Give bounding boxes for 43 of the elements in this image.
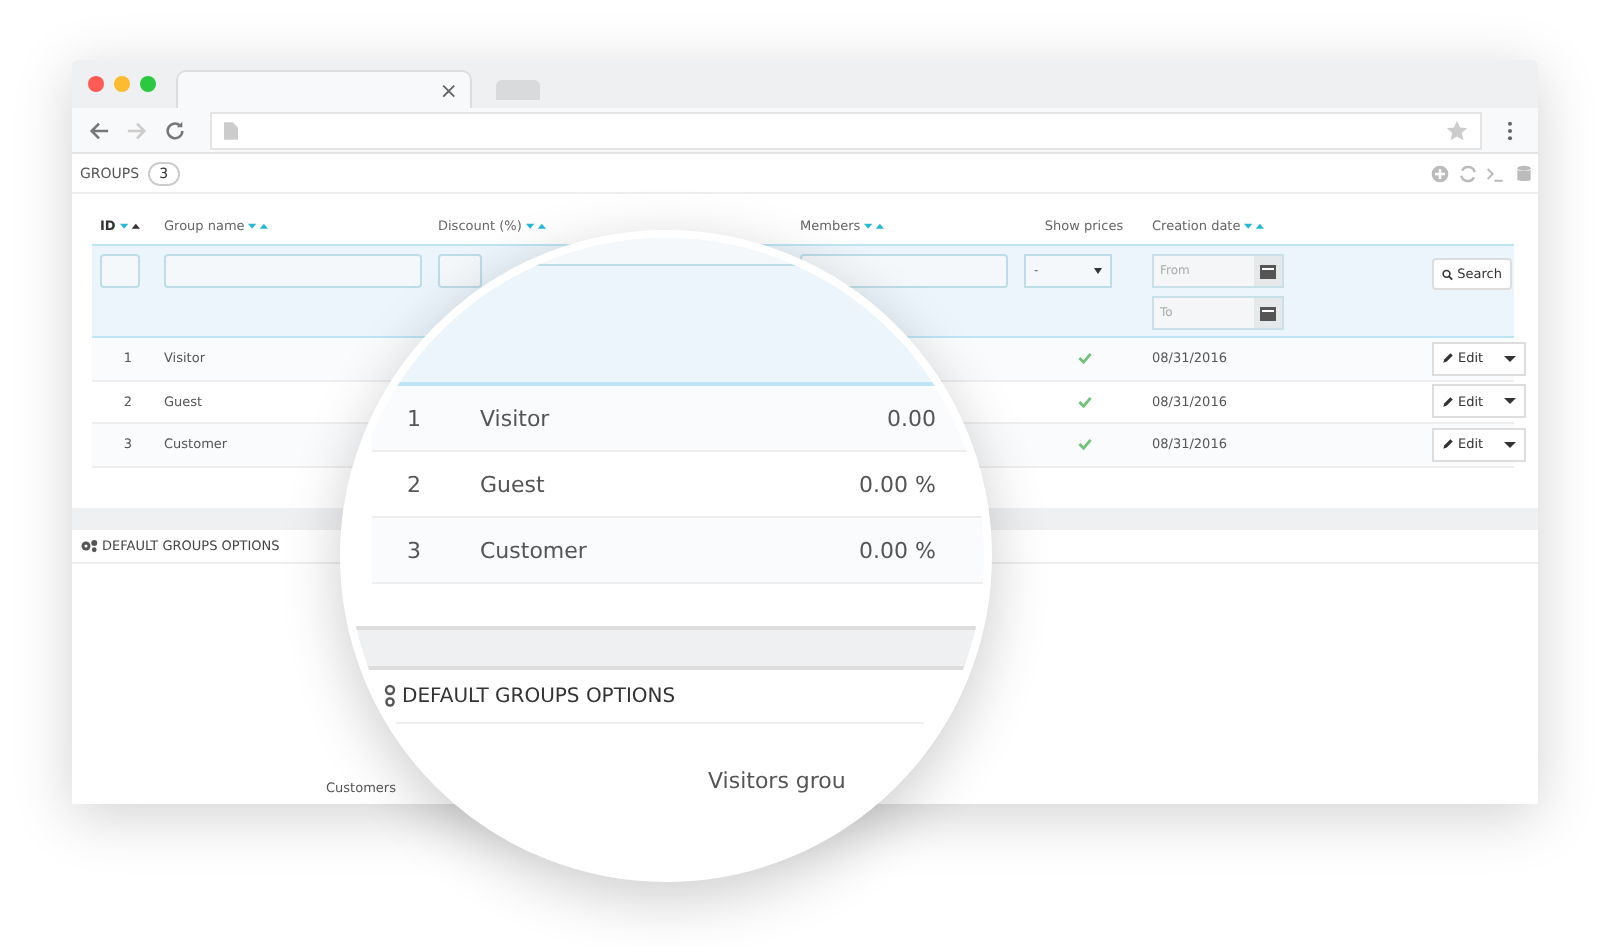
calendar-icon[interactable] xyxy=(1254,298,1282,328)
cogs-icon xyxy=(80,538,98,554)
sort-arrows-icon[interactable] xyxy=(119,221,140,231)
maximize-window-icon[interactable] xyxy=(140,76,156,92)
table-cell-text: 0.00 % xyxy=(857,537,936,563)
back-arrow-icon[interactable] xyxy=(88,119,110,141)
panel-title: DEFAULT GROUPS OPTIONS xyxy=(402,685,676,707)
page-icon xyxy=(224,121,238,139)
close-window-icon[interactable] xyxy=(88,76,104,92)
table-cell-text: Visitor xyxy=(480,405,552,431)
table-cell-text: 1 xyxy=(405,405,423,431)
discount-filter-field[interactable] xyxy=(438,254,482,288)
database-icon[interactable] xyxy=(1514,163,1534,183)
members-filter-field[interactable] xyxy=(800,254,1008,288)
forward-arrow-icon[interactable] xyxy=(126,119,148,141)
reload-icon[interactable] xyxy=(164,119,186,141)
minimize-window-icon[interactable] xyxy=(114,76,130,92)
table-cell-text: 0.00 % xyxy=(857,471,936,497)
search-icon xyxy=(1442,267,1454,281)
caret-icon[interactable] xyxy=(1503,398,1516,405)
table-cell-text: 0.00 xyxy=(885,405,936,431)
id-filter-field[interactable] xyxy=(100,254,140,288)
pencil-icon xyxy=(1442,438,1454,451)
pencil-icon xyxy=(1442,395,1454,408)
table-cell-text: Customer xyxy=(480,537,589,563)
caret-icon xyxy=(1094,268,1102,274)
add-icon[interactable] xyxy=(1430,163,1450,183)
caret-icon[interactable] xyxy=(1503,355,1516,362)
pencil-icon xyxy=(1442,352,1454,365)
close-tab-icon[interactable]: × xyxy=(439,77,458,103)
address-bar[interactable] xyxy=(210,111,1482,149)
terminal-icon[interactable] xyxy=(1486,163,1506,183)
table-cell-text: Guest xyxy=(480,471,547,497)
star-icon[interactable] xyxy=(1446,119,1468,141)
table-cell-text: 3 xyxy=(405,537,423,563)
field-label: Visitors grou xyxy=(708,768,846,794)
name-filter-field[interactable] xyxy=(164,254,422,288)
calendar-icon[interactable] xyxy=(1254,256,1282,286)
refresh-icon[interactable] xyxy=(1458,163,1478,183)
table-cell-text: 2 xyxy=(405,471,423,497)
menu-icon[interactable] xyxy=(1506,119,1514,141)
caret-icon[interactable] xyxy=(1503,441,1516,448)
browser-tab[interactable]: × xyxy=(176,70,472,108)
